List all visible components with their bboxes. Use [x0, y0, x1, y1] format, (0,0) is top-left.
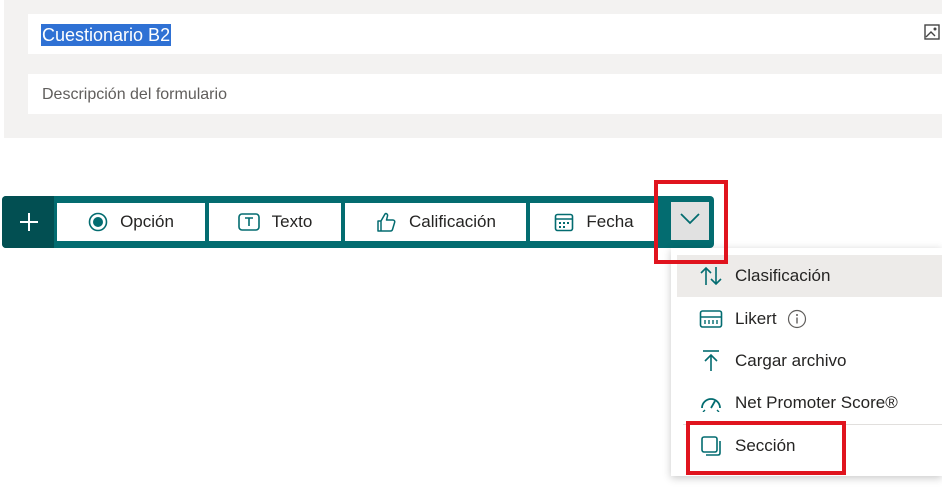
more-question-types-button[interactable] [671, 202, 709, 240]
radio-icon [88, 212, 108, 232]
menu-item-ranking[interactable]: Clasificación [677, 255, 942, 297]
likert-grid-icon [699, 307, 723, 331]
upload-icon [699, 349, 723, 373]
form-description-field[interactable]: Descripción del formulario [28, 74, 942, 114]
form-description-placeholder: Descripción del formulario [42, 86, 227, 103]
gauge-icon [699, 391, 723, 415]
menu-item-net-promoter-score[interactable]: Net Promoter Score® [677, 382, 942, 424]
question-type-toolbar: Opción Texto Calificación Fecha [2, 196, 714, 248]
menu-item-net-promoter-score-label: Net Promoter Score® [735, 393, 898, 412]
date-question-button[interactable]: Fecha [530, 203, 658, 241]
form-title-field[interactable]: Cuestionario B2 [28, 14, 942, 54]
rating-question-button[interactable]: Calificación [345, 203, 526, 241]
text-question-button[interactable]: Texto [209, 203, 341, 241]
form-title-text[interactable]: Cuestionario B2 [41, 24, 172, 46]
option-choice-button[interactable]: Opción [57, 203, 205, 241]
text-question-label: Texto [271, 212, 313, 231]
more-question-types-menu: Clasificación Likert Cargar archivo Net … [671, 248, 942, 476]
insert-image-icon[interactable] [924, 22, 942, 42]
menu-item-upload-file-label: Cargar archivo [735, 351, 847, 370]
info-icon[interactable] [787, 309, 807, 329]
chevron-down-icon [679, 212, 701, 231]
rating-question-label: Calificación [409, 212, 496, 231]
thumbs-up-icon [375, 211, 397, 233]
section-icon [699, 434, 723, 458]
menu-item-likert-label: Likert [735, 309, 777, 328]
menu-item-likert[interactable]: Likert [677, 298, 942, 340]
menu-item-section[interactable]: Sección [677, 425, 942, 467]
option-choice-label: Opción [120, 212, 174, 231]
sort-arrows-icon [699, 264, 723, 288]
text-icon [237, 212, 260, 232]
date-question-label: Fecha [586, 212, 634, 231]
menu-item-upload-file[interactable]: Cargar archivo [677, 340, 942, 382]
add-new-question-button[interactable] [2, 196, 54, 248]
menu-item-ranking-label: Clasificación [735, 266, 831, 285]
menu-item-section-label: Sección [735, 436, 796, 455]
calendar-icon [554, 212, 574, 232]
